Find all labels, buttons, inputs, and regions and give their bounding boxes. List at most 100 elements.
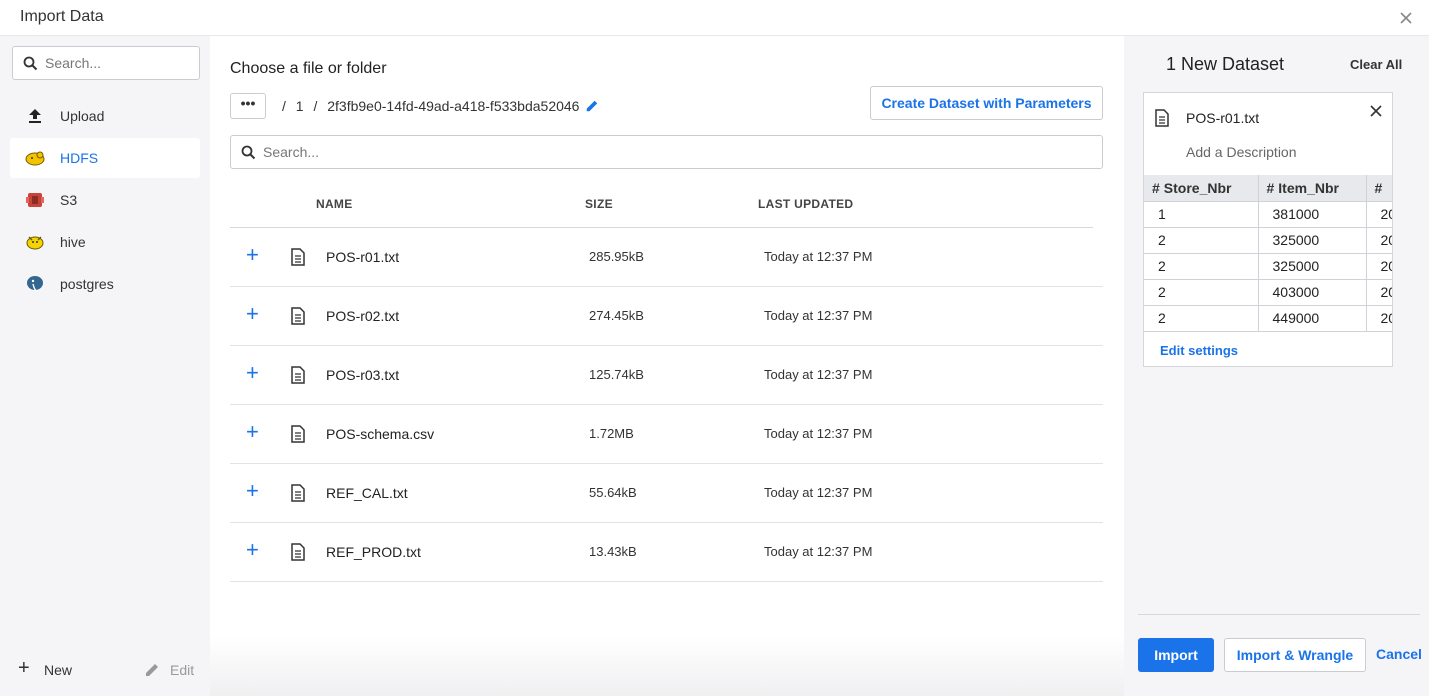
file-search-input[interactable] [263, 142, 1083, 162]
grid-cell: 325000 [1258, 253, 1367, 280]
table-row[interactable]: + POS-r01.txt 285.95kB Today at 12:37 PM [230, 228, 1103, 287]
footer-shade [210, 636, 1124, 696]
sidebar-search-input[interactable] [45, 53, 195, 73]
grid-cell: 2 [1144, 253, 1259, 280]
sidebar-item-label: postgres [60, 276, 114, 292]
table-row[interactable]: + REF_CAL.txt 55.64kB Today at 12:37 PM [230, 464, 1103, 523]
search-icon [23, 56, 38, 71]
grid-column-header[interactable]: # [1366, 175, 1392, 202]
grid-cell: 20 [1366, 227, 1392, 254]
table-row[interactable]: + POS-r02.txt 274.45kB Today at 12:37 PM [230, 287, 1103, 346]
table-header: NAME SIZE LAST UPDATED [230, 186, 1093, 228]
file-name[interactable]: POS-r02.txt [326, 308, 399, 324]
file-name[interactable]: REF_PROD.txt [326, 544, 421, 560]
remove-dataset-icon[interactable] [1368, 103, 1384, 119]
close-icon[interactable] [1397, 9, 1415, 27]
add-file-icon[interactable]: + [246, 480, 259, 502]
description-field[interactable]: Add a Description [1186, 144, 1297, 160]
column-header-size[interactable]: SIZE [585, 197, 613, 211]
page-title: Choose a file or folder [230, 60, 387, 77]
file-size: 13.43kB [589, 544, 637, 559]
import-button[interactable]: Import [1138, 638, 1214, 672]
column-name: Store_Nbr [1163, 179, 1232, 196]
grid-cell: 325000 [1258, 227, 1367, 254]
dataset-file-name: POS-r01.txt [1186, 110, 1260, 126]
hive-icon [26, 236, 44, 250]
file-name[interactable]: POS-r03.txt [326, 367, 399, 383]
sidebar-item-hdfs[interactable]: HDFS [10, 138, 200, 178]
edit-settings-link[interactable]: Edit settings [1160, 343, 1238, 358]
file-updated: Today at 12:37 PM [764, 249, 873, 264]
file-browser: Choose a file or folder ••• / 1 / 2f3fb9… [210, 36, 1124, 696]
file-size: 274.45kB [589, 308, 644, 323]
create-dataset-with-parameters-button[interactable]: Create Dataset with Parameters [870, 86, 1103, 120]
add-file-icon[interactable]: + [246, 362, 259, 384]
pencil-icon[interactable] [585, 99, 599, 113]
clear-all-button[interactable]: Clear All [1350, 57, 1402, 72]
cancel-button[interactable]: Cancel [1376, 646, 1422, 662]
grid-cell: 20 [1366, 305, 1392, 332]
edit-connection-button[interactable]: Edit [144, 660, 200, 680]
grid-cell: 2 [1144, 227, 1259, 254]
table-row[interactable]: + POS-r03.txt 125.74kB Today at 12:37 PM [230, 346, 1103, 405]
grid-row: 232500020 [1144, 253, 1392, 280]
dialog-titlebar: Import Data [0, 0, 1429, 36]
file-updated: Today at 12:37 PM [764, 426, 873, 441]
grid-row: 244900020 [1144, 305, 1392, 332]
grid-cell: 2 [1144, 305, 1259, 332]
add-file-icon[interactable]: + [246, 421, 259, 443]
file-updated: Today at 12:37 PM [764, 308, 873, 323]
sidebar-item-postgres[interactable]: postgres [10, 264, 200, 304]
file-search[interactable] [230, 135, 1103, 169]
sidebar-item-label: HDFS [60, 150, 99, 166]
grid-cell: 20 [1366, 201, 1392, 228]
column-header-name[interactable]: NAME [316, 197, 353, 211]
postgres-icon [27, 276, 43, 292]
file-name[interactable]: POS-schema.csv [326, 426, 434, 442]
breadcrumb-more-button[interactable]: ••• [230, 93, 266, 119]
new-label: New [44, 662, 73, 678]
number-type-icon: # [1374, 179, 1383, 196]
grid-cell: 403000 [1258, 279, 1367, 306]
sidebar-item-label: hive [60, 234, 86, 250]
table-row[interactable]: + REF_PROD.txt 13.43kB Today at 12:37 PM [230, 523, 1103, 582]
sidebar: Upload HDFS S3 hive postgres + New Edit [0, 36, 210, 696]
file-size: 55.64kB [589, 485, 637, 500]
breadcrumb-separator: / [282, 98, 286, 114]
file-icon [291, 484, 305, 502]
grid-column-header[interactable]: # Store_Nbr [1144, 175, 1259, 202]
add-file-icon[interactable]: + [246, 303, 259, 325]
add-file-icon[interactable]: + [246, 244, 259, 266]
number-type-icon: # [1152, 179, 1160, 196]
preview-grid: #Store_Nbr#Item_Nbr# 1381000202325000202… [1144, 175, 1392, 332]
breadcrumb-current: 2f3fb9e0-14fd-49ad-a418-f533bda52046 [327, 98, 580, 114]
breadcrumb-item[interactable]: 1 [296, 98, 304, 114]
file-size: 125.74kB [589, 367, 644, 382]
plus-icon: + [18, 657, 30, 679]
sidebar-item-hive[interactable]: hive [10, 222, 200, 262]
add-file-icon[interactable]: + [246, 539, 259, 561]
file-size: 285.95kB [589, 249, 644, 264]
grid-row: 138100020 [1144, 201, 1392, 228]
file-name[interactable]: POS-r01.txt [326, 249, 399, 265]
file-icon [291, 307, 305, 325]
sidebar-search[interactable] [12, 46, 200, 80]
grid-row: 232500020 [1144, 227, 1392, 254]
column-header-updated[interactable]: LAST UPDATED [758, 197, 853, 211]
table-row[interactable]: + POS-schema.csv 1.72MB Today at 12:37 PM [230, 405, 1103, 464]
grid-cell: 1 [1144, 201, 1259, 228]
file-size: 1.72MB [589, 426, 634, 441]
sidebar-item-upload[interactable]: Upload [10, 96, 200, 136]
import-and-wrangle-button[interactable]: Import & Wrangle [1224, 638, 1366, 672]
file-icon [291, 543, 305, 561]
search-icon [241, 145, 256, 160]
grid-column-header[interactable]: # Item_Nbr [1258, 175, 1367, 202]
sidebar-item-label: S3 [60, 192, 78, 208]
file-icon [291, 425, 305, 443]
file-name[interactable]: REF_CAL.txt [326, 485, 408, 501]
file-updated: Today at 12:37 PM [764, 544, 873, 559]
dataset-card: POS-r01.txt Add a Description # Store_Nbr… [1143, 92, 1393, 367]
grid-cell: 20 [1366, 253, 1392, 280]
number-type-icon: # [1266, 179, 1275, 196]
sidebar-item-s3[interactable]: S3 [10, 180, 200, 220]
